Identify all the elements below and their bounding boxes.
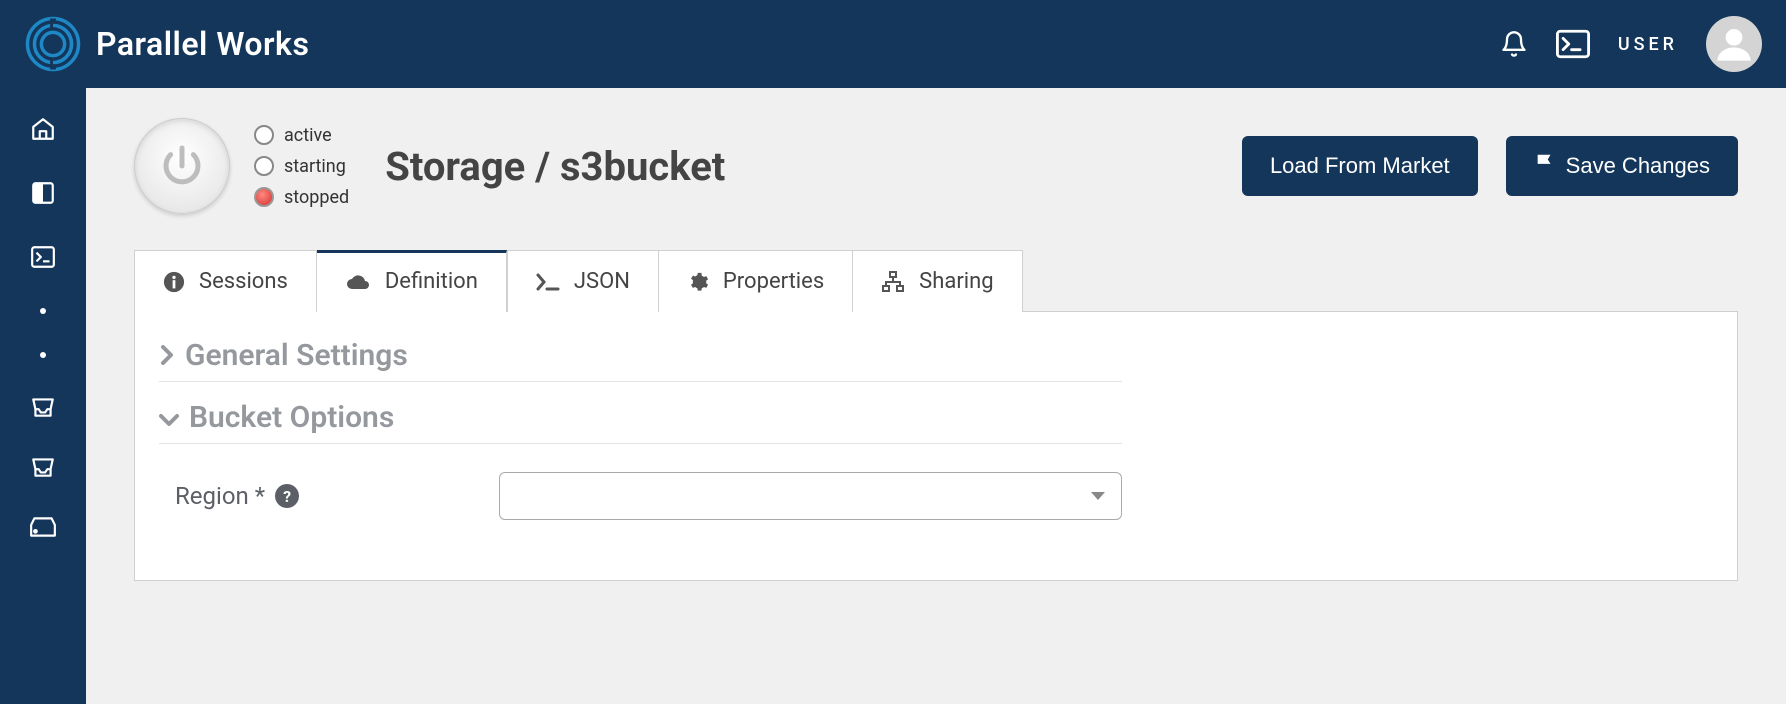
form-row-region: Region * ? <box>159 472 1122 520</box>
network-icon <box>881 271 905 293</box>
tab-sharing-label: Sharing <box>919 269 993 294</box>
definition-panel: General Settings Bucket Options Region *… <box>134 311 1738 581</box>
flag-icon <box>1534 152 1556 180</box>
sidebar-inbox-1-icon[interactable] <box>30 396 56 418</box>
region-label-wrap: Region * ? <box>159 482 499 510</box>
region-label: Region * <box>175 482 265 510</box>
status-active: active <box>254 125 349 146</box>
sidebar-workspace-icon[interactable] <box>30 180 56 206</box>
page-header: active starting stopped Storage / s3buck… <box>134 118 1738 214</box>
tab-json-label: JSON <box>574 269 630 294</box>
notifications-icon[interactable] <box>1500 30 1528 58</box>
tab-sessions[interactable]: Sessions <box>134 250 317 312</box>
tab-definition-label: Definition <box>385 269 478 294</box>
status-dot-starting <box>254 156 274 176</box>
save-changes-button[interactable]: Save Changes <box>1506 136 1738 196</box>
tab-definition[interactable]: Definition <box>317 250 507 312</box>
topbar-right: USER <box>1500 16 1762 72</box>
section-general-settings[interactable]: General Settings <box>159 330 1122 382</box>
brand-name: Parallel Works <box>96 25 309 63</box>
page-title: Storage / s3bucket <box>385 143 1218 190</box>
sidebar-home-icon[interactable] <box>30 116 56 142</box>
save-changes-label: Save Changes <box>1566 153 1710 179</box>
sidebar-storage-icon[interactable] <box>29 516 57 538</box>
status-starting-label: starting <box>284 156 346 177</box>
section-bucket-title: Bucket Options <box>189 400 394 435</box>
load-from-market-button[interactable]: Load From Market <box>1242 136 1478 196</box>
tab-properties-label: Properties <box>723 269 824 294</box>
load-from-market-label: Load From Market <box>1270 153 1450 179</box>
sidebar-inbox-2-icon[interactable] <box>30 456 56 478</box>
status-active-label: active <box>284 125 332 146</box>
cloud-icon <box>345 271 371 291</box>
section-general-title: General Settings <box>185 338 408 373</box>
status-legend: active starting stopped <box>254 125 349 208</box>
status-dot-stopped <box>254 187 274 207</box>
status-dot-active <box>254 125 274 145</box>
sidebar-terminal-icon[interactable] <box>30 244 56 270</box>
header-actions: Load From Market Save Changes <box>1242 136 1738 196</box>
terminal-launcher-icon[interactable] <box>1556 29 1590 59</box>
tabs: Sessions Definition JSON Properties <box>134 250 1738 312</box>
avatar[interactable] <box>1706 16 1762 72</box>
status-stopped-label: stopped <box>284 187 349 208</box>
sidebar-dot-1[interactable] <box>40 308 46 314</box>
tab-sharing[interactable]: Sharing <box>853 250 1022 312</box>
status-stopped: stopped <box>254 187 349 208</box>
tab-sessions-label: Sessions <box>199 269 288 294</box>
sidebar <box>0 88 86 704</box>
main-content: active starting stopped Storage / s3buck… <box>86 88 1786 704</box>
tab-json[interactable]: JSON <box>507 250 659 312</box>
status-starting: starting <box>254 156 349 177</box>
power-toggle[interactable] <box>134 118 230 214</box>
user-label: USER <box>1618 34 1678 55</box>
info-icon <box>163 271 185 293</box>
region-help-icon[interactable]: ? <box>275 484 299 508</box>
chevron-right-icon <box>159 338 175 373</box>
brand-logo-icon <box>24 15 82 73</box>
chevron-down-icon <box>159 400 179 435</box>
section-bucket-options[interactable]: Bucket Options <box>159 392 1122 444</box>
brand[interactable]: Parallel Works <box>24 15 309 73</box>
tab-properties[interactable]: Properties <box>659 250 853 312</box>
topbar: Parallel Works USER <box>0 0 1786 88</box>
prompt-icon <box>536 273 560 291</box>
sidebar-dot-2[interactable] <box>40 352 46 358</box>
gear-icon <box>687 271 709 293</box>
region-select[interactable] <box>499 472 1122 520</box>
